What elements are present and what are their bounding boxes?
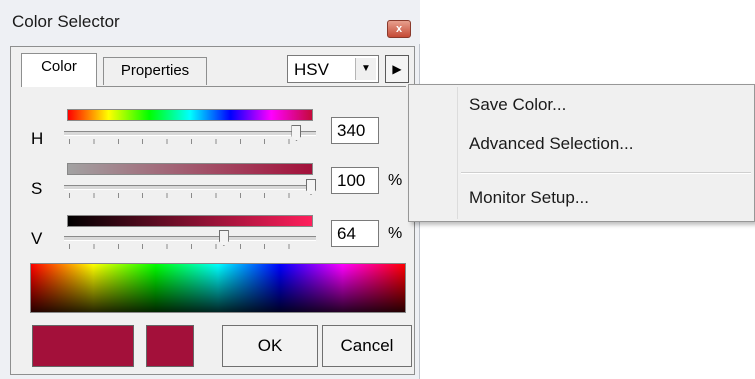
- options-menu-button[interactable]: ▶: [385, 55, 409, 83]
- close-button[interactable]: x: [387, 20, 411, 38]
- saturation-slider-track[interactable]: [64, 185, 316, 190]
- value-value-field[interactable]: 64: [331, 220, 379, 247]
- hue-value-field[interactable]: 340: [331, 117, 379, 144]
- saturation-label: S: [31, 179, 43, 198]
- ok-button[interactable]: OK: [222, 325, 318, 367]
- saturation-slider-ticks: [69, 193, 313, 198]
- options-context-menu: Save Color... Advanced Selection... Moni…: [408, 84, 755, 222]
- hue-label: H: [31, 129, 44, 148]
- color-selector-window: Color Selector x Color Properties HSV ▼ …: [0, 0, 420, 379]
- tab-properties[interactable]: Properties: [103, 57, 207, 85]
- previous-color-swatch[interactable]: [146, 325, 194, 367]
- tab-properties-label: Properties: [120, 62, 190, 79]
- value-unit: %: [388, 225, 403, 242]
- value-gradient-bar: [67, 215, 313, 227]
- current-color-swatch: [32, 325, 134, 367]
- value-slider-ticks: [69, 244, 313, 249]
- saturation-gradient-bar: [67, 163, 313, 175]
- tab-color[interactable]: Color: [21, 53, 97, 87]
- color-model-value: HSV: [294, 60, 329, 79]
- hue-slider-ticks: [69, 139, 313, 144]
- color-model-select[interactable]: HSV ▼: [287, 55, 379, 83]
- value-label: V: [31, 229, 43, 248]
- saturation-unit: %: [388, 172, 403, 189]
- menu-icon-gutter: [457, 87, 458, 219]
- saturation-value-field[interactable]: 100: [331, 167, 379, 194]
- chevron-down-icon[interactable]: ▼: [355, 58, 376, 80]
- window-title: Color Selector: [12, 12, 120, 31]
- color-spectrum-picker[interactable]: [30, 263, 406, 313]
- hue-gradient-bar: [67, 109, 313, 121]
- cancel-button[interactable]: Cancel: [322, 325, 412, 367]
- close-icon: x: [395, 23, 403, 35]
- menu-item-save-color[interactable]: Save Color...: [469, 95, 566, 115]
- hue-slider-track[interactable]: [64, 131, 316, 136]
- triangle-right-icon: ▶: [392, 62, 402, 76]
- menu-item-advanced-selection[interactable]: Advanced Selection...: [469, 134, 633, 154]
- value-slider-track[interactable]: [64, 236, 316, 241]
- menu-item-monitor-setup[interactable]: Monitor Setup...: [469, 188, 589, 208]
- title-bar[interactable]: Color Selector x: [0, 0, 420, 44]
- color-panel: Color Properties HSV ▼ ▶ H 340 S 100 % V: [10, 46, 415, 375]
- tab-color-label: Color: [41, 58, 77, 75]
- menu-separator: [461, 172, 751, 174]
